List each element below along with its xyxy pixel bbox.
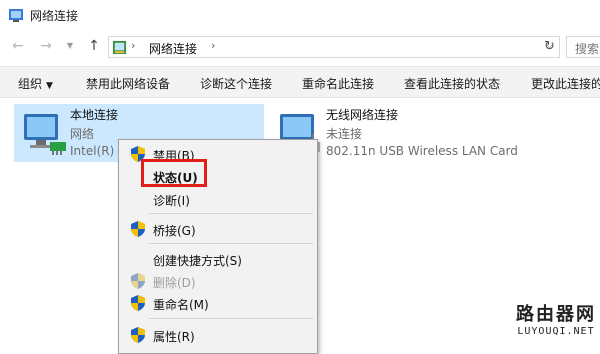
breadcrumb-separator-icon: › bbox=[211, 39, 216, 52]
breadcrumb-separator-icon: › bbox=[131, 39, 136, 52]
connection-network: 网络 bbox=[70, 127, 95, 141]
command-bar: 组织 ▼ 禁用此网络设备 诊断这个连接 重命名此连接 查看此连接的状态 更改此连接… bbox=[0, 66, 600, 98]
diagnose-connection-button[interactable]: 诊断这个连接 bbox=[200, 75, 272, 92]
uac-shield-icon bbox=[131, 295, 145, 311]
refresh-button[interactable]: ↻ bbox=[540, 36, 560, 58]
breadcrumb-network-connections[interactable]: 网络连接 bbox=[149, 40, 197, 57]
wired-network-adapter-icon bbox=[24, 114, 66, 155]
disable-device-button[interactable]: 禁用此网络设备 bbox=[86, 75, 170, 92]
connection-device: 802.11n USB Wireless LAN Card bbox=[326, 144, 518, 158]
menu-item-bridge[interactable]: 桥接(G) bbox=[119, 218, 317, 240]
recent-locations-chevron-icon[interactable]: ▼ bbox=[62, 38, 78, 54]
rename-connection-button[interactable]: 重命名此连接 bbox=[302, 75, 374, 92]
view-status-button[interactable]: 查看此连接的状态 bbox=[404, 75, 500, 92]
organize-label: 组织 bbox=[18, 77, 43, 91]
connection-name: 无线网络连接 bbox=[326, 108, 399, 122]
watermark: 路由器网 LUYOUQI.NET bbox=[512, 300, 600, 337]
up-arrow-icon[interactable]: ↑ bbox=[86, 38, 102, 54]
watermark-url: LUYOUQI.NET bbox=[517, 326, 595, 337]
menu-item-delete: 删除(D) bbox=[119, 270, 317, 292]
search-placeholder: 搜索 bbox=[575, 42, 600, 56]
dropdown-caret-icon: ▼ bbox=[46, 81, 53, 91]
menu-item-rename[interactable]: 重命名(M) bbox=[119, 292, 317, 314]
refresh-icon: ↻ bbox=[544, 39, 555, 54]
menu-item-label: 删除(D) bbox=[153, 276, 196, 290]
menu-item-label: 重命名(M) bbox=[153, 298, 209, 312]
title-bar: 网络连接 bbox=[0, 0, 600, 30]
menu-separator bbox=[149, 243, 313, 244]
forward-arrow-icon[interactable]: → bbox=[38, 38, 54, 54]
highlight-annotation-box bbox=[141, 159, 207, 187]
menu-item-label: 创建快捷方式(S) bbox=[153, 254, 242, 268]
control-panel-icon bbox=[112, 40, 127, 55]
menu-item-label: 桥接(G) bbox=[153, 224, 196, 238]
menu-item-label: 诊断(I) bbox=[153, 194, 190, 208]
network-connections-icon bbox=[9, 9, 23, 22]
connection-status: 未连接 bbox=[326, 127, 363, 141]
menu-item-label: 属性(R) bbox=[153, 330, 195, 344]
menu-separator bbox=[149, 318, 313, 319]
organize-menu-button[interactable]: 组织 ▼ bbox=[18, 75, 53, 92]
back-arrow-icon[interactable]: ← bbox=[10, 38, 26, 54]
menu-item-diagnose[interactable]: 诊断(I) bbox=[119, 188, 317, 210]
menu-item-properties[interactable]: 属性(R) bbox=[119, 324, 317, 346]
search-input[interactable]: 搜索 bbox=[566, 36, 600, 58]
connection-name: 本地连接 bbox=[70, 108, 119, 122]
watermark-title: 路由器网 bbox=[516, 304, 596, 325]
uac-shield-icon bbox=[131, 221, 145, 237]
menu-item-create-shortcut[interactable]: 创建快捷方式(S) bbox=[119, 248, 317, 270]
uac-shield-icon bbox=[131, 327, 145, 343]
change-settings-button[interactable]: 更改此连接的设置 bbox=[531, 75, 600, 92]
menu-separator bbox=[149, 213, 313, 214]
window-title: 网络连接 bbox=[30, 9, 79, 23]
address-bar-row: ← → ▼ ↑ › 网络连接 › ⌵ ↻ 搜索 bbox=[0, 32, 600, 62]
address-box[interactable]: › 网络连接 › ⌵ bbox=[108, 36, 560, 58]
uac-shield-icon bbox=[131, 273, 145, 289]
